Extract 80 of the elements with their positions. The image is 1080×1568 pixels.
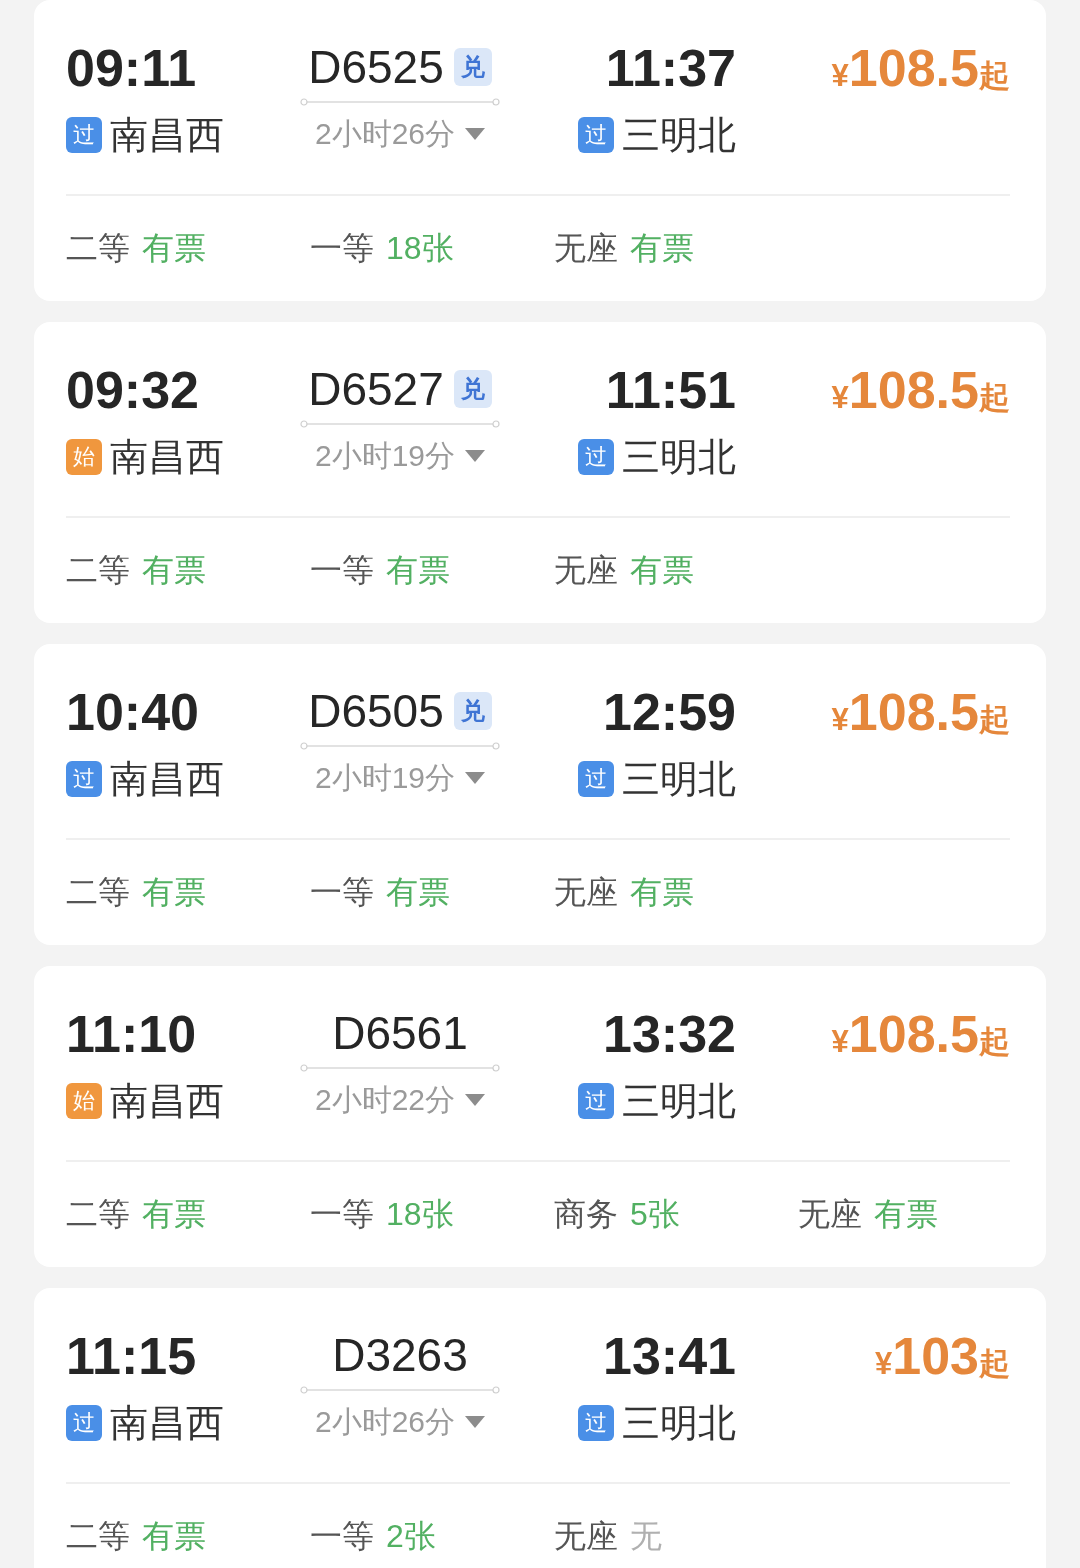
station-name: 三明北 [622,757,736,801]
station-type-badge: 过 [66,117,102,153]
seat-class-label: 一等 [310,550,374,590]
station-type-badge: 过 [578,1405,614,1441]
station-name: 南昌西 [110,435,224,479]
price-text: ¥103起 [875,1326,1010,1387]
seat-class-label: 一等 [310,1516,374,1556]
time-text: 13:41 [603,1326,736,1387]
ticket-availability-text: 有票 [142,872,206,912]
time-text: 13:32 [603,1004,736,1065]
station-name: 三明北 [622,1079,736,1123]
ticket-availability-text: 5张 [630,1194,680,1234]
train-number: D6527 [308,362,444,417]
ticket-availability-text: 有票 [630,872,694,912]
time-text: 09:11 [66,38,197,99]
station-type-badge: 始 [66,1083,102,1119]
ticket-availability-text: 有票 [630,550,694,590]
time-text: 10:40 [66,682,199,743]
ticket-availability-text: 有票 [386,550,450,590]
price-text: ¥108.5起 [831,1004,1010,1065]
price-text: ¥108.5起 [831,360,1010,421]
time-text: 11:51 [605,360,736,421]
seat-class-label: 无座 [554,872,618,912]
seat-class-label: 二等 [66,1194,130,1234]
time-text: 11:10 [66,1004,197,1065]
seat-class-label: 二等 [66,1516,130,1556]
station-name: 南昌西 [110,757,224,801]
train-number: D6505 [308,684,444,739]
station-type-badge: 过 [578,117,614,153]
time-text: 12:59 [603,682,736,743]
station-type-badge: 过 [578,761,614,797]
station-type-badge: 始 [66,439,102,475]
seat-class-label: 二等 [66,228,130,268]
price-text: ¥108.5起 [831,682,1010,743]
train-number: D6525 [308,40,444,95]
station-type-badge: 过 [66,761,102,797]
price-text: ¥108.5起 [831,38,1010,99]
train-card[interactable]: 11:15 过 南昌西 D3263 2小时26分 13:41 过 三明北 ¥103起 二等 有票 一等 2张 无座 无 [34,1288,1046,1568]
station-type-badge: 过 [66,1405,102,1441]
train-card[interactable]: 10:40 过 南昌西 D6505 兑 2小时19分 12:59 过 三明北 ¥108.5起 二等 有票 一等 有票 无座 有票 [34,644,1046,945]
seat-class-label: 无座 [554,550,618,590]
seat-class-label: 无座 [554,228,618,268]
ticket-availability-text: 有票 [142,228,206,268]
ticket-availability-text: 无 [630,1516,662,1556]
exchange-badge: 兑 [453,692,492,730]
exchange-badge: 兑 [453,48,492,86]
station-type-badge: 过 [578,439,614,475]
train-card[interactable]: 09:32 始 南昌西 D6527 兑 2小时19分 11:51 过 三明北 ¥108.5起 二等 有票 一等 有票 无座 有票 [34,322,1046,623]
ticket-availability-text: 有票 [630,228,694,268]
station-name: 南昌西 [110,1401,224,1445]
train-number: D3263 [332,1328,468,1383]
station-name: 三明北 [622,1401,736,1445]
ticket-availability-text: 18张 [386,228,454,268]
station-name: 南昌西 [110,1079,224,1123]
train-card[interactable]: 11:10 始 南昌西 D6561 2小时22分 13:32 过 三明北 ¥108.5起 二等 有票 一等 18张 商务 5张 无座 有票 [34,966,1046,1267]
train-number: D6561 [332,1006,468,1061]
time-text: 09:32 [66,360,199,421]
train-card[interactable]: 09:11 过 南昌西 D6525 兑 2小时26分 11:37 过 三明北 ¥108.5起 二等 有票 一等 18张 无座 有票 [34,0,1046,301]
station-name: 三明北 [622,435,736,479]
seat-class-label: 商务 [554,1194,618,1234]
ticket-availability-text: 有票 [142,1516,206,1556]
station-name: 南昌西 [110,113,224,157]
ticket-availability-text: 18张 [386,1194,454,1234]
ticket-availability-text: 有票 [142,550,206,590]
seat-class-label: 一等 [310,228,374,268]
seat-class-label: 无座 [554,1516,618,1556]
ticket-availability-text: 有票 [874,1194,938,1234]
seat-class-label: 一等 [310,1194,374,1234]
ticket-availability-text: 有票 [386,872,450,912]
seat-class-label: 二等 [66,550,130,590]
ticket-availability-text: 有票 [142,1194,206,1234]
seat-class-label: 无座 [798,1194,862,1234]
exchange-badge: 兑 [453,370,492,408]
ticket-availability-text: 2张 [386,1516,436,1556]
time-text: 11:37 [605,38,736,99]
seat-class-label: 二等 [66,872,130,912]
seat-class-label: 一等 [310,872,374,912]
station-type-badge: 过 [578,1083,614,1119]
time-text: 11:15 [66,1326,197,1387]
station-name: 三明北 [622,113,736,157]
